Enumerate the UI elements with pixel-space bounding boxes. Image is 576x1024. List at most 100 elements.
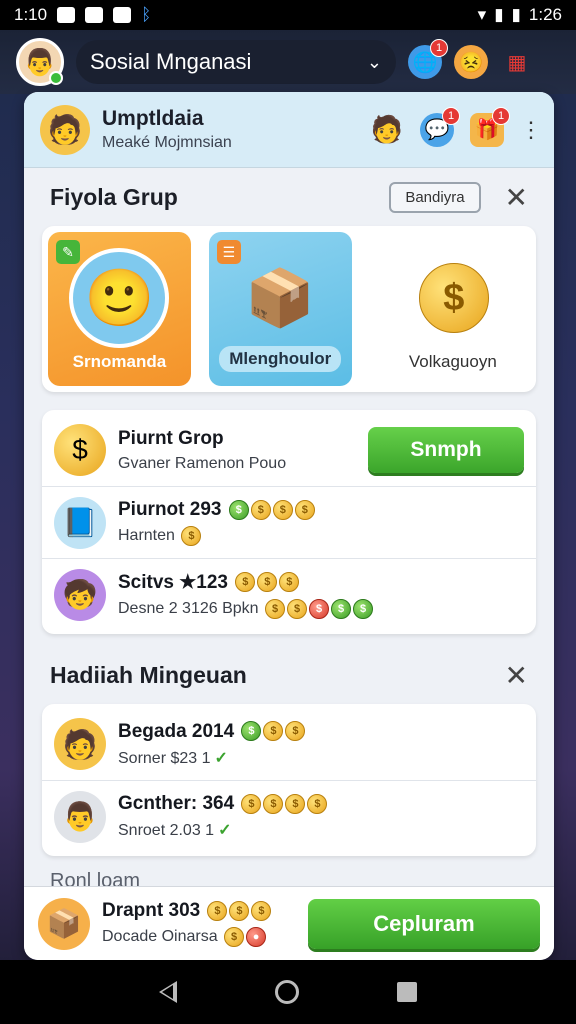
person-box-art: 📦 [245,266,316,329]
coin-icon: $ [181,526,202,546]
coin-icon: $ [241,793,262,814]
group-section-title: Fiyola Grup [50,183,178,210]
coin-icon: $ [235,572,256,593]
list-item[interactable]: $ Piurnt Grop Gvaner Ramenon Pouo Snmph [42,414,536,486]
balloon-icon: ● [246,927,267,947]
header-subtitle: Meaké Mojmnsian [102,134,232,151]
top-app-bar: 👨 Sosial Mnganasi ⌄ 🌐 1 😣 ▦ [0,30,576,94]
panel-header: 🧑 Umptldaia Meaké Mojmnsian 🧑 💬 1 🎁 1 ⋮ [24,92,554,168]
back-icon[interactable] [159,981,177,1003]
coin-icon: $ [263,793,284,814]
coin-icon: $ [241,721,262,742]
battery-icon: ▮ [511,5,521,24]
avatar: 🧒 [54,568,106,621]
list-item[interactable]: 🧑 Begada 2014 $ $ $ Sorner $23 1 ✓ [42,708,536,780]
group-card-2[interactable]: ☰ 📦 Mlenghoulor [208,232,352,386]
card-label: Volkaguoyn [408,352,497,371]
weekly-section-header: Hadiiah Mingeuan ✕ [24,646,554,704]
group-card-1[interactable]: ✎ 🙂 Srnomanda [48,232,191,386]
coin-icon: $ [353,598,373,619]
avatar: 🧑 [54,718,106,770]
recents-icon[interactable] [397,982,417,1002]
close-icon[interactable]: ✕ [505,181,528,214]
chat-badge: 1 [442,106,460,125]
online-indicator [49,71,63,85]
globe-icon[interactable]: 🌐 1 [408,39,448,79]
group-section-header: Fiyola Grup Bandiyra ✕ [24,168,554,226]
row-subtitle: Snroet 2.03 1 [118,822,215,839]
gift-badge: 1 [492,106,510,125]
image-icon [85,7,104,23]
person-coin-art: 🙂 [69,248,170,348]
join-button[interactable]: Snmph [368,427,524,473]
box-icon: 📦 [38,897,90,950]
coin-icon: $ [54,424,106,476]
group-list: $ Piurnt Grop Gvaner Ramenon Pouo Snmph … [42,410,536,634]
list-item[interactable]: 🧒 Scitvs ★123 $ $ $ Desne 2 3126 Bpkn $ $ $ $… [42,558,536,630]
group-cards: ✎ 🙂 Srnomanda ☰ 📦 Mlenghoulor $ Volkaguo… [42,226,537,392]
bottom-action-bar: 📦 Drapnt 303 $ $ $ Docade Oinarsa $ ● Ceplu… [24,886,554,960]
coin-icon: $ [331,598,351,619]
friend-icon[interactable]: 🧑 [370,113,404,147]
header-title: Umptldaia [102,107,204,130]
system-nav-bar [0,960,576,1024]
coin-icon: $ [307,793,328,814]
coin-icon: $ [279,572,300,593]
bottom-title: Drapnt 303 [102,900,201,921]
chat-icon[interactable]: 💬 1 [420,106,460,147]
gift-icon[interactable]: 🎁 1 [470,106,510,147]
coin-icon: $ [207,900,228,921]
coin-icon: $ [228,499,249,520]
status-time-right: 1:26 [528,5,562,24]
pin-icon: ✎ [56,240,80,264]
coin-icon: $ [265,598,285,619]
coin-icon: $ [229,900,250,921]
card-label: Mlenghoulor [219,346,342,372]
close-icon[interactable]: ✕ [505,659,528,692]
profile-avatar[interactable]: 👨 [16,38,64,86]
coin-icon: $ [250,499,271,520]
coin-icon: $ [294,499,315,520]
row-title: Piurnot 293 [118,499,222,520]
calendar-icon: ☰ [216,240,241,264]
main-panel: 🧑 Umptldaia Meaké Mojmnsian 🧑 💬 1 🎁 1 ⋮ Fi… [24,92,554,960]
claim-button[interactable]: Cepluram [308,898,540,949]
row-title: Scitvs ★123 [118,571,228,593]
notification-badge: 1 [430,39,448,57]
emoji-icon[interactable]: 😣 [454,45,488,79]
notification-icon [57,7,76,23]
check-icon: ✓ [218,822,232,839]
group-card-3[interactable]: $ Volkaguoyn [369,232,537,386]
row-title: Gcnther: 364 [118,793,235,814]
row-title: Piurnt Grop [118,427,224,449]
coin-icon: $ [285,721,306,742]
list-item[interactable]: 📘 Piurnot 293 $ $ $ $ Harnten $ [42,486,536,558]
weekly-list: 🧑 Begada 2014 $ $ $ Sorner $23 1 ✓ 👨 Gcnthe… [42,704,536,856]
card-label: Srnomanda [72,352,167,371]
bluetooth-icon: ᛒ [141,5,152,24]
app-title-pill[interactable]: Sosial Mnganasi ⌄ [76,40,396,84]
weekly-section-title: Hadiiah Mingeuan [50,661,247,688]
check-icon: ✓ [214,749,228,767]
coin-icon: $ [272,499,293,520]
coin-icon: $ [285,793,306,814]
status-bar: 1:10 ᛒ ▾ ▮ ▮ 1:26 [0,0,576,30]
wifi-icon: ▾ [477,5,487,24]
row-subtitle: Desne 2 3126 Bpkn [118,599,259,617]
mail-icon [113,7,132,23]
more-icon[interactable]: ⋮ [520,117,542,143]
coin-icon: $ [224,927,245,947]
coin-ribbon-art: $ [403,248,503,348]
group-action-button[interactable]: Bandiyra [389,181,481,213]
grid-menu-icon[interactable]: ▦ [500,45,534,79]
row-subtitle: Sorner $23 1 [118,749,211,767]
coin-icon: $ [251,900,272,921]
coin-icon: $ [257,572,278,593]
avatar: 👨 [54,790,106,843]
bottom-subtitle: Docade Oinarsa [102,928,218,946]
user-avatar[interactable]: 🧑 [40,104,90,155]
home-icon[interactable] [275,980,299,1004]
list-item[interactable]: 👨 Gcnther: 364 $ $ $ $ Snroet 2.03 1 ✓ [42,780,536,852]
row-subtitle: Gvaner Ramenon Pouo [118,454,287,472]
book-icon: 📘 [54,496,106,549]
